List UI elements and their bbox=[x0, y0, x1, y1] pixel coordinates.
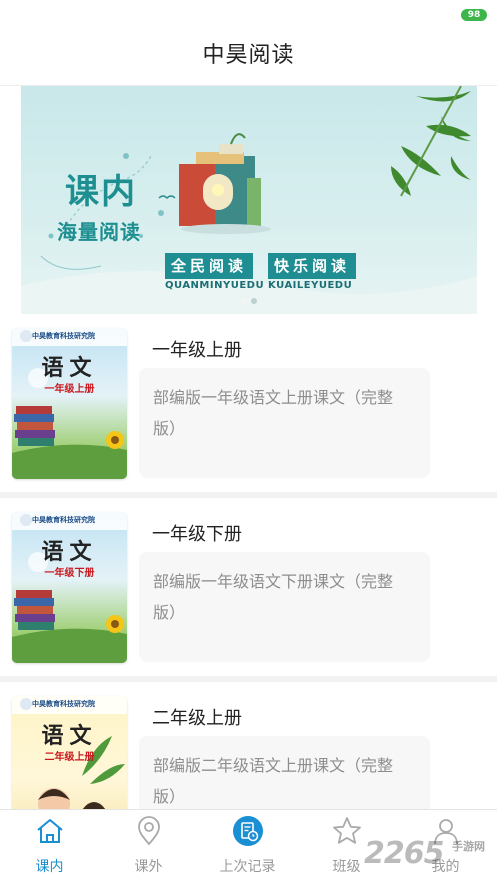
book-list: 中昊教育科技研究院 语文 一年级上册 一年级上册 部编版一年级语文上册课文（完整… bbox=[0, 314, 497, 809]
book-title[interactable]: 一年级下册 bbox=[152, 520, 242, 546]
book-description: 部编版一年级语文上册课文（完整版） bbox=[139, 368, 430, 478]
book-title[interactable]: 一年级上册 bbox=[152, 336, 242, 362]
banner-subtitle: 海量阅读 bbox=[57, 220, 141, 244]
cover-subject: 语文 bbox=[41, 539, 98, 565]
book-item-grade2-vol1[interactable]: 中昊教育科技研究院 语文 二年级上册 二年级上册 部编版二年级语文上册课文（完整… bbox=[0, 682, 497, 809]
watermark-logo: 2265 bbox=[364, 836, 444, 871]
banner-slogan-1: 全民阅读 bbox=[165, 253, 254, 279]
cover-grade: 二年级上册 bbox=[44, 752, 95, 763]
tab-label: 上次记录 bbox=[219, 859, 276, 875]
tab-label: 课外 bbox=[134, 859, 163, 875]
carousel-dots bbox=[21, 289, 477, 308]
book-title[interactable]: 二年级上册 bbox=[152, 704, 242, 730]
cover-publisher: 中昊教育科技研究院 bbox=[32, 516, 95, 524]
book-cover[interactable]: 中昊教育科技研究院 语文 二年级上册 bbox=[12, 696, 127, 809]
app-header: 中昊阅读 bbox=[0, 26, 497, 86]
book-description: 部编版二年级语文上册课文（完整版） bbox=[139, 736, 430, 809]
tab-label: 课内 bbox=[35, 859, 64, 875]
star-icon bbox=[333, 817, 361, 844]
cover-grade: 一年级上册 bbox=[44, 384, 95, 395]
banner-title: 课内 bbox=[65, 172, 137, 212]
cover-subject: 语文 bbox=[41, 355, 98, 381]
page-title: 中昊阅读 bbox=[202, 43, 295, 68]
home-icon bbox=[37, 819, 63, 843]
carousel-dot-2[interactable] bbox=[251, 298, 257, 304]
book-cover[interactable]: 中昊教育科技研究院 语文 一年级上册 bbox=[12, 328, 127, 479]
battery-indicator: 98 bbox=[461, 9, 487, 21]
cover-publisher: 中昊教育科技研究院 bbox=[32, 700, 95, 708]
book-description: 部编版一年级语文下册课文（完整版） bbox=[139, 552, 430, 662]
book-cover[interactable]: 中昊教育科技研究院 语文 一年级下册 bbox=[12, 512, 127, 663]
banner-carousel[interactable]: 课内 海量阅读 全民阅读 快乐阅读 QUANMINYUEDU KUAILEYUE… bbox=[21, 86, 477, 314]
tab-kewai[interactable]: 课外 bbox=[99, 810, 198, 883]
status-bar: 98 bbox=[0, 0, 497, 26]
tab-last-record[interactable]: 上次记录 bbox=[198, 810, 297, 883]
book-item-grade1-vol1[interactable]: 中昊教育科技研究院 语文 一年级上册 一年级上册 部编版一年级语文上册课文（完整… bbox=[0, 314, 497, 498]
history-record-icon bbox=[233, 816, 263, 846]
cover-subject: 语文 bbox=[41, 723, 98, 749]
cover-publisher: 中昊教育科技研究院 bbox=[32, 332, 95, 340]
tab-kenei[interactable]: 课内 bbox=[0, 810, 99, 883]
cover-grade: 一年级下册 bbox=[44, 568, 95, 579]
carousel-dot-1[interactable] bbox=[241, 298, 247, 304]
book-item-grade1-vol2[interactable]: 中昊教育科技研究院 语文 一年级下册 一年级下册 部编版一年级语文下册课文（完整… bbox=[0, 498, 497, 682]
location-pin-icon bbox=[138, 816, 160, 846]
banner-slogan-2: 快乐阅读 bbox=[268, 253, 357, 279]
watermark-sub: 手游网 bbox=[452, 840, 485, 853]
